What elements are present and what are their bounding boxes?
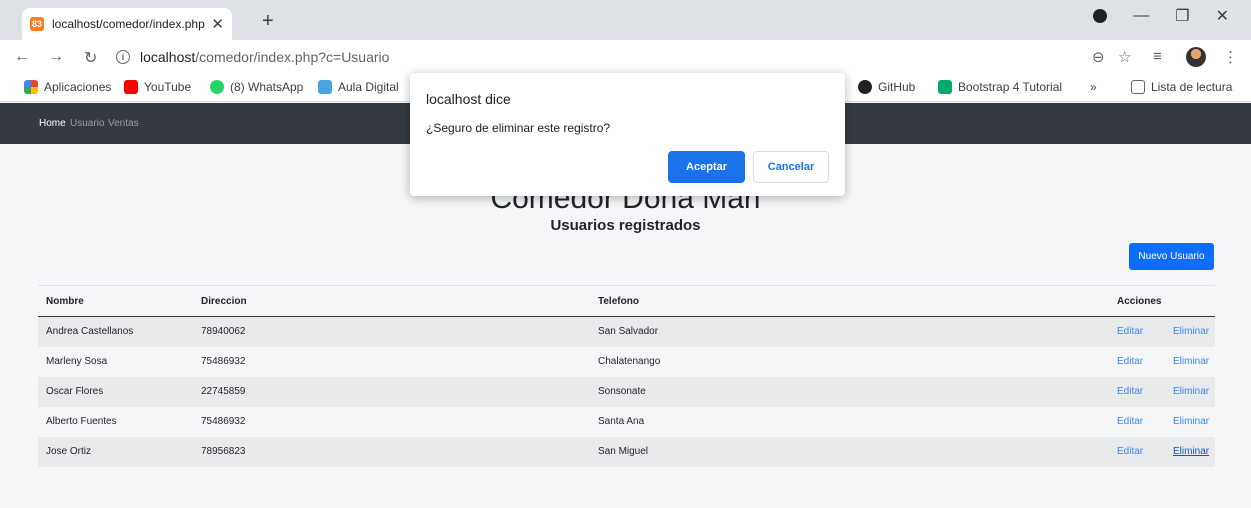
xampp-favicon-icon: 83 — [30, 17, 44, 31]
aula-icon — [318, 80, 332, 94]
delete-link[interactable]: Eliminar — [1173, 356, 1209, 367]
table-row: Marleny Sosa 75486932 Chalatenango Edita… — [38, 347, 1215, 377]
cell-nombre: Alberto Fuentes — [46, 416, 117, 427]
bookmark-whatsapp[interactable]: (8) WhatsApp — [210, 80, 303, 94]
cell-direccion: 75486932 — [201, 356, 246, 367]
table-row: Andrea Castellanos 78940062 San Salvador… — [38, 316, 1215, 347]
url-host: localhost — [140, 49, 196, 65]
new-user-button[interactable]: Nuevo Usuario — [1129, 243, 1214, 270]
delete-link[interactable]: Eliminar — [1173, 326, 1209, 337]
menu-icon[interactable]: ⋮ — [1223, 48, 1238, 66]
bookmark-label: (8) WhatsApp — [230, 80, 304, 94]
cell-direccion: 78940062 — [193, 316, 590, 347]
accept-button[interactable]: Aceptar — [668, 151, 745, 183]
table-row: Jose Ortiz 78956823 San Miguel Editar El… — [38, 436, 1215, 467]
nav-ventas[interactable]: Ventas — [108, 118, 139, 129]
header-nombre: Nombre — [38, 285, 193, 317]
edit-link[interactable]: Editar — [1117, 356, 1143, 367]
table-row: Oscar Flores 22745859 Sonsonate Editar E… — [38, 376, 1215, 407]
cell-direccion: 75486932 — [201, 416, 246, 427]
bookmark-label: Lista de lectura — [1151, 80, 1233, 94]
close-tab-icon[interactable]: ✕ — [211, 15, 224, 33]
dialog-title: localhost dice — [426, 91, 511, 107]
reading-list-icon[interactable]: ≡ — [1153, 48, 1162, 65]
cancel-button[interactable]: Cancelar — [753, 151, 829, 183]
header-direccion: Direccion — [193, 285, 590, 317]
bookmark-label: GitHub — [878, 80, 916, 94]
new-tab-icon[interactable]: + — [262, 10, 274, 33]
table-header-row: Nombre Direccion Telefono Acciones — [38, 285, 1215, 317]
nav-usuario[interactable]: Usuario — [70, 118, 104, 129]
bookmark-apps[interactable]: Aplicaciones — [24, 80, 111, 94]
bookmark-label: Aplicaciones — [44, 80, 112, 94]
w3schools-icon — [938, 80, 952, 94]
avatar[interactable] — [1186, 47, 1206, 67]
delete-link[interactable]: Eliminar — [1173, 386, 1209, 397]
table-row: Alberto Fuentes 75486932 Santa Ana Edita… — [38, 407, 1215, 437]
youtube-icon — [124, 80, 138, 94]
apps-grid-icon — [24, 80, 38, 94]
header-telefono: Telefono — [590, 285, 1109, 317]
bookmark-label: Aula Digital — [338, 80, 399, 94]
users-table: Nombre Direccion Telefono Acciones Andre… — [38, 285, 1215, 467]
cell-telefono: Chalatenango — [598, 356, 661, 367]
bookmark-github[interactable]: GitHub — [858, 80, 915, 94]
bookmark-label: YouTube — [144, 80, 192, 94]
page-subtitle: Usuarios registrados — [550, 217, 701, 234]
restore-icon[interactable]: ❐ — [1175, 6, 1189, 26]
cell-nombre: Andrea Castellanos — [38, 316, 193, 347]
dialog-message: ¿Seguro de eliminar este registro? — [426, 121, 611, 135]
tab-title: localhost/comedor/index.php?c= — [52, 17, 205, 31]
profile-icon[interactable] — [1093, 9, 1108, 23]
bookmarks-overflow[interactable]: » — [1090, 80, 1097, 94]
url-input[interactable]: i localhost/comedor/index.php?c=Usuario — [112, 44, 1092, 70]
bookmark-bootstrap[interactable]: Bootstrap 4 Tutorial — [938, 80, 1062, 94]
bookmark-youtube[interactable]: YouTube — [124, 80, 191, 94]
edit-link[interactable]: Editar — [1117, 326, 1143, 337]
cell-direccion: 22745859 — [193, 376, 590, 407]
browser-tab[interactable]: 83 localhost/comedor/index.php?c= ✕ — [22, 8, 232, 40]
edit-link[interactable]: Editar — [1117, 386, 1143, 397]
delete-link[interactable]: Eliminar — [1173, 416, 1209, 427]
bookmark-aula[interactable]: Aula Digital — [318, 80, 399, 94]
confirm-dialog: localhost dice ¿Seguro de eliminar este … — [410, 73, 845, 196]
back-icon[interactable]: ← — [14, 48, 30, 66]
forward-icon[interactable]: → — [48, 48, 64, 66]
close-window-icon[interactable]: ✕ — [1216, 6, 1229, 26]
window-controls: — ❐ ✕ — [1093, 6, 1251, 26]
cell-nombre: Marleny Sosa — [46, 356, 108, 367]
address-bar: ← → ↻ i localhost/comedor/index.php?c=Us… — [0, 40, 1251, 74]
minimize-icon[interactable]: — — [1133, 7, 1149, 25]
github-icon — [858, 80, 872, 94]
delete-link[interactable]: Eliminar — [1173, 446, 1209, 457]
edit-link[interactable]: Editar — [1117, 446, 1143, 457]
cell-nombre: Jose Ortiz — [38, 436, 193, 467]
header-acciones: Acciones — [1109, 285, 1215, 317]
cell-direccion: 78956823 — [193, 436, 590, 467]
whatsapp-icon — [210, 80, 224, 94]
url-path: /comedor/index.php?c=Usuario — [195, 49, 390, 65]
browser-tab-strip: 83 localhost/comedor/index.php?c= ✕ + — … — [0, 0, 1251, 40]
star-icon[interactable]: ☆ — [1118, 48, 1131, 66]
bookmark-reading-list[interactable]: Lista de lectura — [1131, 80, 1232, 94]
cell-telefono: San Salvador — [590, 316, 1109, 347]
edit-link[interactable]: Editar — [1117, 416, 1143, 427]
bookmark-label: Bootstrap 4 Tutorial — [958, 80, 1063, 94]
reload-icon[interactable]: ↻ — [84, 48, 97, 68]
reading-list-icon — [1131, 80, 1145, 94]
nav-home[interactable]: Home — [39, 118, 66, 129]
zoom-icon[interactable]: ⊖ — [1092, 48, 1105, 66]
cell-telefono: Sonsonate — [590, 376, 1109, 407]
cell-telefono: San Miguel — [590, 436, 1109, 467]
cell-nombre: Oscar Flores — [38, 376, 193, 407]
cell-telefono: Santa Ana — [598, 416, 645, 427]
info-icon[interactable]: i — [116, 50, 130, 64]
